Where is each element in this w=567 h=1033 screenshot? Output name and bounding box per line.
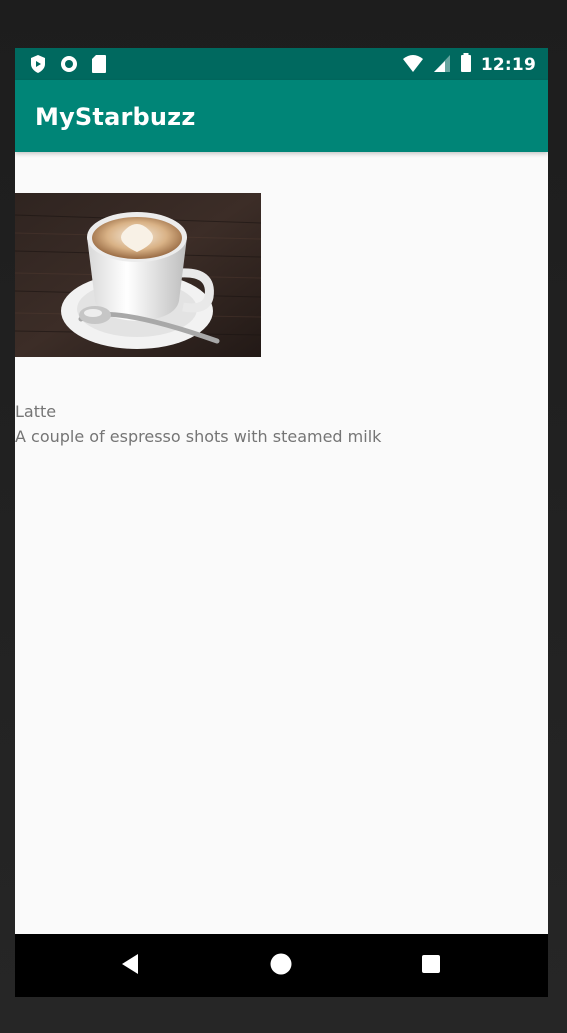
app-title: MyStarbuzz xyxy=(35,103,196,131)
back-button[interactable] xyxy=(117,953,143,979)
status-time: 12:19 xyxy=(480,54,536,75)
drink-name: Latte xyxy=(15,402,57,421)
status-bar: 12:19 xyxy=(15,48,548,80)
status-right-icons: 12:19 xyxy=(402,53,536,77)
back-icon xyxy=(119,952,141,980)
latte-image xyxy=(15,193,261,357)
battery-icon xyxy=(460,53,472,77)
navigation-bar xyxy=(15,934,548,997)
shield-icon xyxy=(29,54,47,78)
recents-button[interactable] xyxy=(418,953,444,979)
status-left-icons xyxy=(29,54,107,78)
circle-status-icon xyxy=(59,54,79,78)
drink-detail: Latte A couple of espresso shots with st… xyxy=(15,152,548,934)
signal-icon xyxy=(433,53,451,77)
device-frame: 12:19 MyStarbuzz Latte A couple of espre… xyxy=(0,0,567,1033)
drink-description: A couple of espresso shots with steamed … xyxy=(15,427,382,446)
recents-icon xyxy=(420,953,442,979)
sd-card-icon xyxy=(91,54,107,78)
home-button[interactable] xyxy=(268,953,294,979)
home-icon xyxy=(269,952,293,980)
phone-screen: 12:19 MyStarbuzz Latte A couple of espre… xyxy=(15,48,548,997)
wifi-icon xyxy=(402,53,424,77)
app-bar: MyStarbuzz xyxy=(15,80,548,152)
